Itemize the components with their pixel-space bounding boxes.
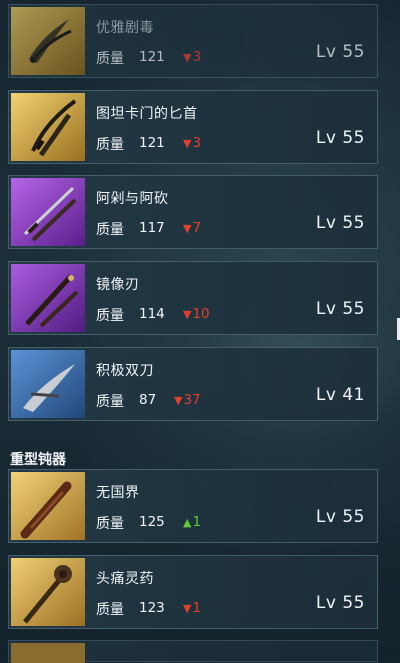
weapon-name: 无国界 bbox=[96, 485, 140, 501]
weapon-card[interactable]: 头痛灵药 质量 123 ▼1 Lv 55 bbox=[8, 555, 378, 629]
quality-delta-value: 3 bbox=[192, 135, 202, 151]
weapon-card[interactable]: 图坦卡门的匕首 质量 121 ▼3 Lv 55 bbox=[8, 90, 378, 164]
twin-daggers-icon bbox=[11, 93, 85, 161]
weapon-name: 优雅剧毒 bbox=[96, 20, 154, 36]
quality-value: 125 bbox=[139, 514, 165, 530]
down-arrow-icon: ▼ bbox=[174, 394, 183, 407]
quality-delta: ▼3 bbox=[183, 135, 201, 151]
weapon-level: Lv 55 bbox=[315, 128, 365, 148]
quality-delta-value: 37 bbox=[183, 392, 201, 408]
quality-delta: ▼7 bbox=[183, 220, 201, 236]
weapon-level: Lv 55 bbox=[315, 42, 365, 62]
quality-label: 质量 bbox=[96, 308, 124, 324]
quality-label: 质量 bbox=[96, 394, 124, 410]
twin-daggers-icon bbox=[11, 178, 85, 246]
section-heading: 重型钝器 bbox=[10, 452, 66, 468]
down-arrow-icon: ▼ bbox=[183, 308, 192, 321]
quality-delta-value: 1 bbox=[192, 600, 202, 616]
weapon-name: 阿剁与阿砍 bbox=[96, 191, 169, 207]
quality-value: 123 bbox=[139, 600, 165, 616]
quality-label: 质量 bbox=[96, 51, 124, 67]
down-arrow-icon: ▼ bbox=[183, 602, 192, 615]
weapon-card[interactable]: 无国界 质量 125 ▲1 Lv 55 bbox=[8, 469, 378, 543]
quality-label: 质量 bbox=[96, 516, 124, 532]
quality-delta-value: 10 bbox=[192, 306, 210, 322]
weapon-level: Lv 55 bbox=[315, 507, 365, 527]
quality-delta: ▼37 bbox=[174, 392, 201, 408]
quality-value: 117 bbox=[139, 220, 165, 236]
weapon-name: 头痛灵药 bbox=[96, 571, 154, 587]
quality-delta: ▲1 bbox=[183, 514, 201, 530]
weapon-card-partial[interactable] bbox=[8, 640, 378, 663]
weapon-name: 图坦卡门的匕首 bbox=[96, 106, 198, 122]
club-icon bbox=[11, 472, 85, 540]
down-arrow-icon: ▼ bbox=[183, 222, 192, 235]
up-arrow-icon: ▲ bbox=[183, 516, 192, 529]
quality-label: 质量 bbox=[96, 602, 124, 618]
weapon-name: 积极双刀 bbox=[96, 363, 154, 379]
quality-delta-value: 1 bbox=[192, 514, 202, 530]
quality-label: 质量 bbox=[96, 222, 124, 238]
weapon-level: Lv 55 bbox=[315, 593, 365, 613]
quality-label: 质量 bbox=[96, 137, 124, 153]
quality-value: 121 bbox=[139, 135, 165, 151]
scepter-icon bbox=[11, 558, 85, 626]
weapon-thumbnail bbox=[11, 643, 85, 663]
quality-value: 121 bbox=[139, 49, 165, 65]
quality-value: 87 bbox=[139, 392, 157, 408]
curved-dagger-icon bbox=[11, 7, 85, 75]
weapon-card[interactable]: 镜像刃 质量 114 ▼10 Lv 55 bbox=[8, 261, 378, 335]
down-arrow-icon: ▼ bbox=[183, 51, 192, 64]
quality-delta-value: 7 bbox=[192, 220, 202, 236]
weapon-level: Lv 55 bbox=[315, 213, 365, 233]
weapon-card[interactable]: 阿剁与阿砍 质量 117 ▼7 Lv 55 bbox=[8, 175, 378, 249]
weapon-name: 镜像刃 bbox=[96, 277, 140, 293]
down-arrow-icon: ▼ bbox=[183, 137, 192, 150]
quality-delta: ▼3 bbox=[183, 49, 201, 65]
quality-delta: ▼10 bbox=[183, 306, 210, 322]
weapon-card[interactable]: 积极双刀 质量 87 ▼37 Lv 41 bbox=[8, 347, 378, 421]
quality-delta-value: 3 bbox=[192, 49, 202, 65]
weapon-level: Lv 41 bbox=[315, 385, 365, 405]
quality-delta: ▼1 bbox=[183, 600, 201, 616]
weapon-card[interactable]: 优雅剧毒 质量 121 ▼3 Lv 55 bbox=[8, 4, 378, 78]
quality-value: 114 bbox=[139, 306, 165, 322]
weapon-level: Lv 55 bbox=[315, 299, 365, 319]
curved-dagger-icon bbox=[11, 350, 85, 418]
twin-daggers-icon bbox=[11, 264, 85, 332]
